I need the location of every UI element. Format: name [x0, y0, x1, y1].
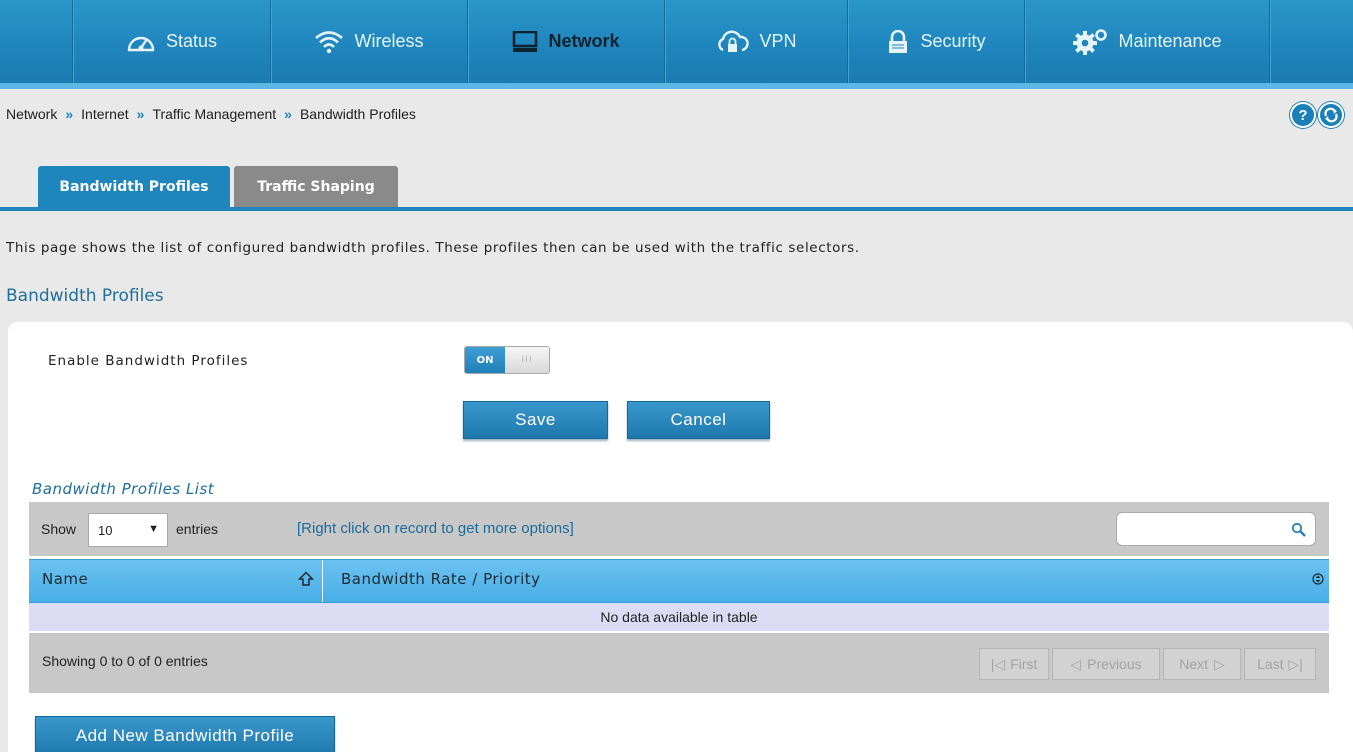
gears-icon — [1073, 28, 1108, 55]
breadcrumb-item[interactable]: Network — [6, 106, 57, 122]
help-icon: ? — [1298, 106, 1308, 124]
padlock-icon — [889, 29, 908, 53]
add-new-bandwidth-profile-button[interactable]: Add New Bandwidth Profile — [35, 716, 335, 752]
empty-message: No data available in table — [600, 609, 758, 625]
first-label: First — [1010, 656, 1038, 672]
entries-per-page-select[interactable]: 10 ▼ — [88, 513, 168, 547]
nav-item-maintenance[interactable]: Maintenance — [1025, 0, 1269, 83]
tab-underline — [0, 207, 1353, 211]
nav-item-security[interactable]: Security — [848, 0, 1024, 83]
nav-item-wireless[interactable]: Wireless — [271, 0, 467, 83]
pagination-next-button[interactable]: Next ▷ — [1163, 648, 1241, 680]
right-click-hint: [Right click on record to get more optio… — [297, 520, 574, 537]
pagination-last-button[interactable]: Last ▷| — [1244, 648, 1316, 680]
cloud-lock-icon — [718, 30, 750, 52]
search-icon — [1291, 522, 1306, 537]
previous-label: Previous — [1087, 656, 1142, 672]
column-header-name[interactable]: Name — [42, 570, 88, 588]
table-header — [29, 559, 1329, 603]
section-title: Bandwidth Profiles — [6, 286, 164, 306]
page-description: This page shows the list of configured b… — [6, 240, 860, 256]
tab-label: Traffic Shaping — [257, 179, 375, 195]
search-input[interactable] — [1116, 512, 1316, 546]
help-button[interactable]: ? — [1290, 102, 1316, 128]
first-icon: |◁ — [990, 655, 1006, 672]
column-header-bandwidth-rate-priority[interactable]: Bandwidth Rate / Priority — [341, 570, 541, 588]
breadcrumb-separator: » — [136, 106, 145, 122]
pagination-previous-button[interactable]: ◁ Previous — [1052, 648, 1160, 680]
top-navigation: Status Wireless Network VPN Security Mai… — [0, 0, 1353, 89]
gauge-icon — [127, 36, 155, 51]
monitor-icon — [513, 30, 538, 52]
last-icon: ▷| — [1288, 655, 1303, 672]
nav-label-security: Security — [920, 31, 986, 51]
breadcrumb: Network » Internet » Traffic Management » Band… — [6, 106, 416, 122]
dropdown-arrow-icon: ▼ — [148, 523, 159, 535]
showing-entries-text: Showing 0 to 0 of 0 entries — [42, 653, 208, 669]
entries-value: 10 — [98, 522, 113, 538]
breadcrumb-separator: » — [284, 106, 292, 122]
enable-bandwidth-profiles-label: Enable Bandwidth Profiles — [48, 353, 249, 369]
enable-bandwidth-profiles-toggle[interactable]: ON III — [464, 346, 550, 374]
save-button[interactable]: Save — [463, 401, 608, 439]
toggle-knob: III — [505, 347, 549, 373]
tab-traffic-shaping[interactable]: Traffic Shaping — [234, 166, 398, 208]
nav-item-network[interactable]: Network — [468, 0, 664, 83]
breadcrumb-item[interactable]: Internet — [81, 106, 128, 122]
breadcrumb-separator: » — [65, 106, 74, 122]
tab-bandwidth-profiles[interactable]: Bandwidth Profiles — [38, 166, 230, 208]
refresh-icon — [1324, 107, 1338, 123]
previous-icon: ◁ — [1070, 655, 1082, 672]
breadcrumb-item[interactable]: Traffic Management — [152, 106, 276, 122]
nav-separator — [1269, 0, 1270, 83]
breadcrumb-item: Bandwidth Profiles — [299, 106, 416, 122]
next-label: Next — [1179, 656, 1208, 672]
sort-both-icon[interactable] — [1312, 573, 1324, 585]
sort-ascending-icon[interactable] — [298, 571, 314, 587]
tab-label: Bandwidth Profiles — [59, 179, 209, 195]
toggle-on-label: ON — [465, 347, 505, 373]
refresh-button[interactable] — [1318, 102, 1344, 128]
nav-item-vpn[interactable]: VPN — [665, 0, 847, 83]
nav-item-status[interactable]: Status — [73, 0, 270, 83]
table-empty-row: No data available in table — [29, 603, 1329, 631]
nav-label-network: Network — [548, 31, 620, 51]
wifi-icon — [315, 30, 344, 53]
next-icon: ▷ — [1214, 655, 1225, 672]
entries-label: entries — [176, 521, 219, 537]
nav-label-status: Status — [165, 31, 218, 51]
nav-underline — [0, 83, 1353, 89]
nav-label-wireless: Wireless — [354, 31, 424, 51]
nav-label-maintenance: Maintenance — [1118, 31, 1222, 51]
column-divider — [322, 560, 323, 602]
cancel-button[interactable]: Cancel — [627, 401, 770, 439]
nav-label-vpn: VPN — [759, 31, 797, 51]
list-title: Bandwidth Profiles List — [32, 480, 215, 498]
last-label: Last — [1257, 656, 1284, 672]
pagination-first-button[interactable]: |◁ First — [979, 648, 1049, 680]
show-label: Show — [41, 521, 77, 537]
